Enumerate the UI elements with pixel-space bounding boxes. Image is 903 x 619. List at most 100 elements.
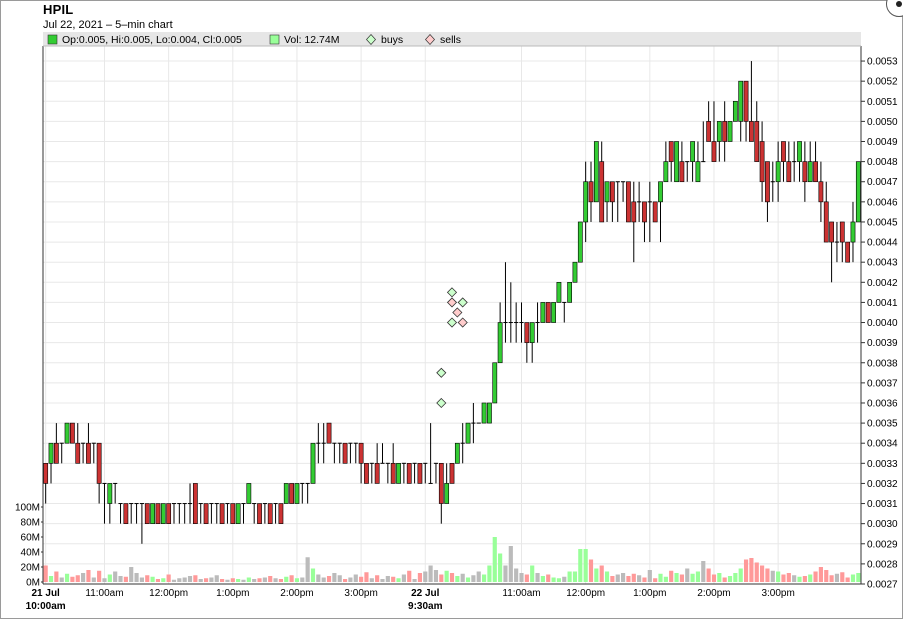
price-tick-label: 0.0027 bbox=[867, 580, 898, 591]
sell-marker bbox=[446, 297, 458, 308]
candle-body bbox=[454, 442, 460, 464]
candle-body bbox=[283, 483, 289, 504]
sells-legend-text: sells bbox=[440, 34, 461, 46]
volume-bar bbox=[840, 572, 845, 582]
buy-marker bbox=[436, 397, 447, 409]
price-tick-label: 0.0032 bbox=[867, 479, 898, 490]
volume-tick-label: 0M bbox=[26, 578, 40, 589]
candle-body bbox=[192, 483, 198, 524]
volume-bar bbox=[43, 565, 48, 582]
candle-body bbox=[839, 221, 845, 243]
price-tick-label: 0.0045 bbox=[867, 217, 898, 228]
volume-bar bbox=[198, 579, 203, 582]
candle-body bbox=[631, 201, 637, 223]
time-tick-label: 1:00pm bbox=[216, 588, 249, 599]
candle-body bbox=[727, 121, 733, 142]
price-tick-label: 0.0029 bbox=[867, 539, 898, 550]
time-tick-label: 1:00pm bbox=[633, 588, 666, 599]
volume-bar bbox=[134, 573, 139, 582]
volume-bar bbox=[284, 576, 289, 582]
volume-tick-label: 80M bbox=[21, 518, 40, 529]
price-tick-label: 0.0035 bbox=[867, 419, 898, 430]
volume-bar bbox=[834, 573, 840, 582]
candle-body bbox=[257, 503, 262, 524]
volume-bar bbox=[214, 575, 219, 582]
candle-body bbox=[551, 302, 556, 323]
volume-bar bbox=[433, 570, 439, 582]
ohlc-legend-swatch bbox=[47, 34, 58, 45]
price-tick-label: 0.0043 bbox=[867, 258, 898, 269]
candle-body bbox=[444, 483, 450, 504]
time-tick-label: 11:00am bbox=[502, 588, 540, 599]
volume-bar bbox=[615, 574, 620, 582]
time-tick-label: 3:00pm bbox=[344, 588, 377, 599]
volume-bar bbox=[658, 573, 663, 582]
volume-bar bbox=[385, 576, 390, 582]
volume-bar bbox=[850, 574, 856, 582]
candle-body bbox=[813, 161, 818, 183]
volume-legend-swatch bbox=[269, 34, 280, 45]
volume-bar bbox=[492, 537, 497, 582]
volume-bar bbox=[444, 570, 449, 582]
volume-bar bbox=[310, 568, 316, 582]
volume-bar bbox=[663, 576, 668, 582]
price-tick-label: 0.0033 bbox=[867, 459, 898, 470]
volume-bar bbox=[679, 574, 684, 582]
volume-bar bbox=[113, 571, 118, 582]
volume-bar bbox=[637, 575, 642, 582]
price-tick-label: 0.0040 bbox=[867, 318, 898, 329]
candle-body bbox=[674, 141, 679, 183]
candle-body bbox=[150, 503, 155, 524]
volume-bar bbox=[818, 567, 823, 582]
price-tick-label: 0.0037 bbox=[867, 378, 898, 389]
price-tick-label: 0.0028 bbox=[867, 559, 898, 570]
volume-bar bbox=[449, 573, 455, 582]
candle-body bbox=[845, 241, 851, 263]
candle-body bbox=[396, 463, 401, 484]
volume-bar bbox=[856, 573, 861, 582]
time-tick-label: 2:00pm bbox=[280, 588, 313, 599]
time-tick-label: 12:00pm bbox=[149, 588, 188, 599]
volume-bar bbox=[535, 573, 540, 582]
candle-body bbox=[599, 161, 605, 223]
candle-body bbox=[123, 503, 129, 524]
volume-bar bbox=[155, 579, 161, 582]
volume-bar bbox=[423, 571, 428, 582]
volume-bar bbox=[813, 571, 818, 582]
candle-body bbox=[658, 181, 663, 203]
volume-bar bbox=[540, 576, 545, 582]
price-tick-label: 0.0049 bbox=[867, 137, 898, 148]
volume-bar bbox=[626, 576, 631, 582]
volume-bar bbox=[749, 558, 754, 582]
price-tick-label: 0.0030 bbox=[867, 519, 898, 530]
candle-body bbox=[203, 503, 209, 524]
volume-bar bbox=[273, 578, 278, 582]
candle-body bbox=[246, 483, 252, 504]
volume-bar bbox=[824, 570, 829, 582]
candle-body bbox=[556, 282, 562, 303]
volume-bar bbox=[369, 578, 374, 582]
volume-bar bbox=[321, 577, 326, 582]
candle-body bbox=[807, 161, 813, 183]
candle-body bbox=[96, 442, 102, 484]
candle-body bbox=[107, 483, 113, 504]
candle-body bbox=[497, 322, 503, 364]
volume-bar bbox=[530, 565, 535, 582]
volume-bar bbox=[97, 570, 102, 582]
candle-body bbox=[64, 422, 70, 444]
candle-body bbox=[294, 483, 300, 504]
volume-bar bbox=[653, 578, 658, 582]
candle-body bbox=[166, 503, 172, 524]
volume-bar bbox=[792, 575, 797, 582]
volume-bar bbox=[647, 570, 652, 582]
volume-bar bbox=[599, 565, 604, 582]
candle-body bbox=[326, 422, 332, 444]
candle-body bbox=[818, 181, 824, 203]
volume-bar bbox=[727, 576, 733, 582]
volume-bar bbox=[551, 577, 556, 582]
volume-bar bbox=[701, 561, 706, 582]
volume-bar bbox=[300, 577, 305, 582]
volume-bar bbox=[289, 575, 294, 582]
volume-bar bbox=[428, 565, 433, 582]
volume-bar bbox=[241, 579, 246, 582]
